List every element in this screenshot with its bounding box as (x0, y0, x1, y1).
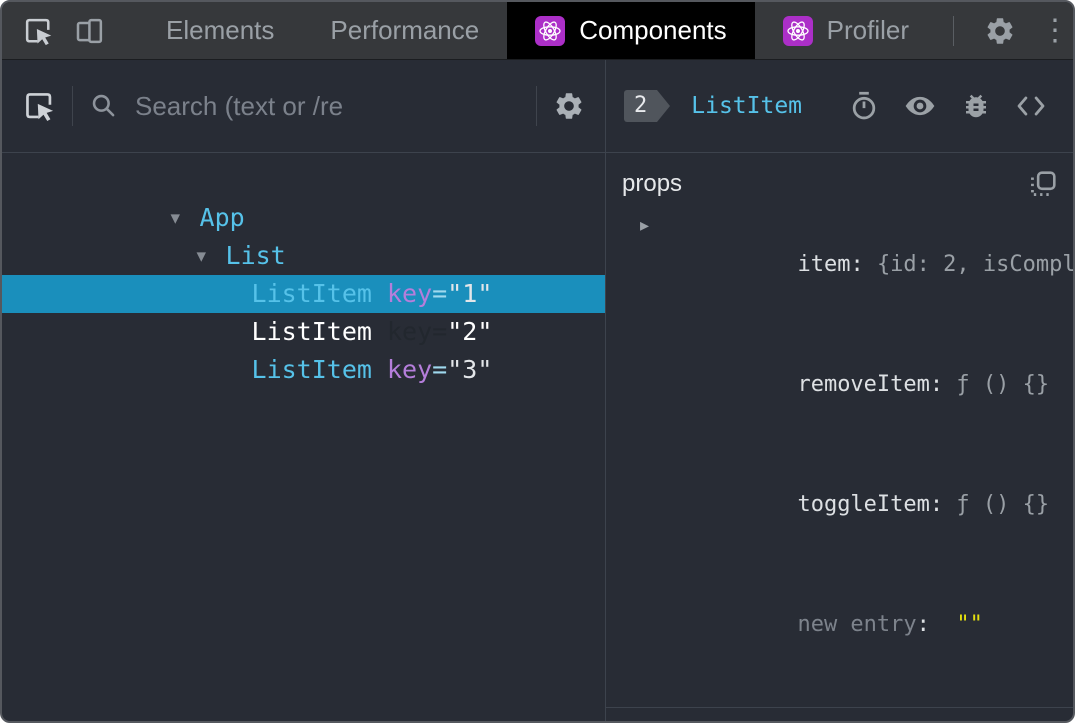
copy-icon (1029, 170, 1057, 198)
props-section: props ▸ item: {id: 2, isComplete: t… (606, 153, 1073, 708)
profile-render-button[interactable] (849, 90, 879, 122)
component-name: List (225, 241, 286, 270)
device-toolbar-icon (74, 15, 106, 47)
prop-name: toggleItem (797, 492, 930, 517)
equals-sign: = (432, 317, 448, 346)
hooks-section: hooks Callback(handleDelete): ƒ () {} (606, 708, 1073, 721)
eye-icon (903, 91, 937, 121)
tab-label: Performance (330, 15, 480, 45)
settings-button[interactable] (970, 15, 1030, 47)
new-entry-label[interactable]: new entry (797, 612, 916, 637)
stopwatch-icon (849, 90, 879, 122)
component-details-panel: 2 ListItem props ▸ item: {id: 2, isCompl… (606, 60, 1073, 721)
key-attribute: key (387, 279, 433, 308)
prop-row-toggleitem[interactable]: toggleItem: ƒ () {} (622, 445, 1057, 565)
search-icon (89, 91, 119, 121)
colon: : (916, 612, 930, 637)
more-options-button[interactable]: ⋮ (1030, 13, 1073, 47)
prop-row-new-entry[interactable]: new entry: "" (622, 565, 1057, 685)
prop-row-removeitem[interactable]: removeItem: ƒ () {} (622, 325, 1057, 445)
tab-performance[interactable]: Performance (302, 2, 507, 59)
react-logo-icon (535, 15, 566, 46)
toolbar-divider (72, 86, 73, 126)
new-entry-value[interactable]: "" (956, 612, 983, 637)
component-name: ListItem (251, 355, 372, 384)
tree-settings-button[interactable] (553, 90, 585, 122)
tab-elements[interactable]: Elements (138, 2, 302, 59)
prop-value: ƒ () {} (956, 372, 1050, 397)
search-bar (89, 90, 520, 122)
kebab-menu-icon: ⋮ (1040, 13, 1071, 47)
key-value: "3" (447, 355, 493, 384)
prop-value: ƒ () {} (956, 492, 1050, 517)
key-value: "2" (447, 317, 493, 346)
tab-label: Components (579, 15, 727, 45)
colon: : (929, 492, 944, 517)
tab-label: Profiler (826, 15, 910, 45)
search-input[interactable] (135, 90, 520, 122)
tab-components[interactable]: Components (507, 2, 755, 59)
colon: : (850, 252, 864, 277)
details-header-icons (849, 90, 1047, 122)
expander-right-icon[interactable]: ▸ (640, 205, 649, 245)
props-section-title: props (622, 170, 683, 197)
key-value: "1" (447, 279, 493, 308)
device-toolbar-button[interactable] (74, 15, 106, 47)
inspect-element-button[interactable] (22, 15, 54, 47)
component-name: ListItem (251, 317, 372, 346)
toolbar-divider (953, 15, 955, 46)
gear-icon (984, 15, 1016, 47)
react-logo-icon (782, 15, 813, 46)
bug-icon (961, 91, 991, 121)
selected-component-title: ListItem (691, 93, 803, 119)
tree-row-app[interactable]: ▾ App (2, 161, 605, 232)
component-name: App (199, 203, 245, 232)
prop-value: {id: 2, isComplete: t… (876, 252, 1075, 277)
component-name: ListItem (251, 279, 372, 308)
toolbar-right-icons: ⋮ (937, 13, 1073, 47)
prop-name: removeItem (797, 372, 930, 397)
code-brackets-icon (1015, 91, 1047, 121)
colon: : (929, 372, 944, 397)
inspect-cursor-icon (22, 89, 56, 123)
tree-toolbar (2, 60, 605, 153)
copy-props-button[interactable] (1029, 170, 1057, 198)
toolbar-divider (536, 86, 537, 126)
inspect-dom-button[interactable] (903, 91, 937, 121)
toolbar-left-icons (22, 15, 106, 47)
key-attribute: key (387, 317, 433, 346)
prop-name: item (797, 252, 851, 277)
devtools-toolbar: Elements Performance Components Profiler… (2, 2, 1073, 60)
equals-sign: = (432, 279, 448, 308)
view-source-button[interactable] (1015, 91, 1047, 121)
gear-icon (553, 90, 585, 122)
select-element-button[interactable] (22, 89, 56, 123)
owners-count-badge: 2 (624, 90, 671, 122)
key-attribute: key (387, 355, 433, 384)
component-tree: ▾ App ▾ List ListItem key="1" ListItem key… (2, 153, 605, 721)
expander-down-icon[interactable]: ▾ (197, 238, 226, 276)
devtools-window: Elements Performance Components Profiler… (0, 0, 1075, 723)
tab-label: Elements (166, 15, 275, 45)
expander-down-icon[interactable]: ▾ (171, 200, 200, 238)
debug-log-button[interactable] (961, 91, 991, 121)
inspect-cursor-icon (22, 15, 54, 47)
tab-profiler[interactable]: Profiler (755, 2, 937, 59)
components-tree-panel: ▾App ▾List ListItem key="1" ListItem key… (2, 60, 606, 721)
equals-sign: = (432, 355, 448, 384)
details-header: 2 ListItem (606, 60, 1073, 153)
prop-row-item[interactable]: ▸ item: {id: 2, isComplete: t… (622, 205, 1073, 325)
devtools-body: ▾App ▾List ListItem key="1" ListItem key… (2, 60, 1073, 721)
